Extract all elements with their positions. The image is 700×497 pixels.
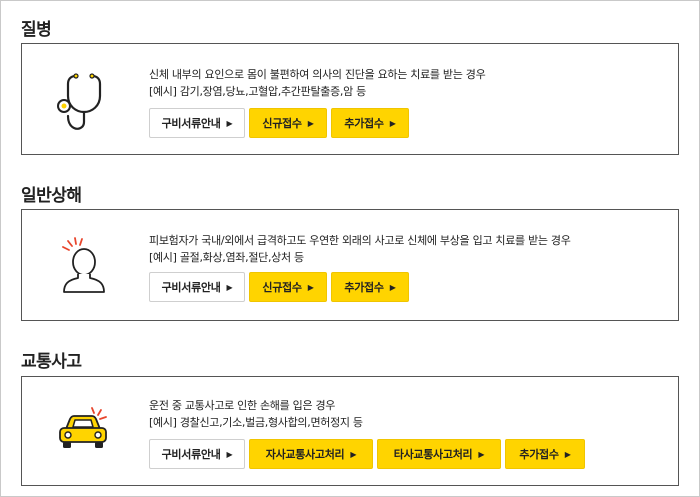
caret-right-icon: ▶ xyxy=(478,449,485,459)
button-label: 추가접수 xyxy=(344,117,384,130)
caret-right-icon: ▶ xyxy=(226,449,233,459)
disease-description: 신체 내부의 요인으로 몸이 불편하여 의사의 진단을 요하는 치료를 받는 경… xyxy=(149,66,486,100)
other-company-accident-claim-button[interactable]: 타사교통사고처리 ▶ xyxy=(377,439,501,469)
button-label: 구비서류안내 xyxy=(161,117,221,130)
disease-card: 신체 내부의 요인으로 몸이 불편하여 의사의 진단을 요하는 치료를 받는 경… xyxy=(21,43,679,155)
section-title-traffic-accident: 교통사고 xyxy=(21,352,82,372)
caret-right-icon: ▶ xyxy=(564,449,571,459)
traffic-additional-claim-button[interactable]: 추가접수 ▶ xyxy=(505,439,585,469)
injury-example-text: [예시] 골절,화상,염좌,절단,상처 등 xyxy=(149,251,304,264)
caret-right-icon: ▶ xyxy=(307,282,314,292)
disease-description-text: 신체 내부의 요인으로 몸이 불편하여 의사의 진단을 요하는 치료를 받는 경… xyxy=(149,68,486,81)
traffic-accident-description-text: 운전 중 교통사고로 인한 손해를 입은 경우 xyxy=(149,399,336,412)
section-title-disease: 질병 xyxy=(21,20,52,40)
traffic-documents-guide-button[interactable]: 구비서류안내 ▶ xyxy=(149,439,245,469)
button-label: 신규접수 xyxy=(262,117,302,130)
disease-additional-claim-button[interactable]: 추가접수 ▶ xyxy=(331,108,409,138)
button-label: 구비서류안내 xyxy=(161,448,221,461)
disease-new-claim-button[interactable]: 신규접수 ▶ xyxy=(249,108,327,138)
caret-right-icon: ▶ xyxy=(226,282,233,292)
injury-description-text: 피보험자가 국내/외에서 급격하고도 우연한 외래의 사고로 신체에 부상을 입… xyxy=(149,234,571,247)
traffic-accident-button-group: 구비서류안내 ▶ 자사교통사고처리 ▶ 타사교통사고처리 ▶ 추가접수 ▶ xyxy=(149,439,585,469)
caret-right-icon: ▶ xyxy=(307,118,314,128)
disease-button-group: 구비서류안내 ▶ 신규접수 ▶ 추가접수 ▶ xyxy=(149,108,409,138)
button-label: 구비서류안내 xyxy=(161,281,221,294)
car-accident-icon xyxy=(56,407,112,461)
disease-example-text: [예시] 감기,장염,당뇨,고혈압,추간판탈출증,암 등 xyxy=(149,85,366,98)
disease-documents-guide-button[interactable]: 구비서류안내 ▶ xyxy=(149,108,245,138)
traffic-accident-example-text: [예시] 경찰신고,기소,벌금,형사합의,면허정지 등 xyxy=(149,416,363,429)
stethoscope-icon xyxy=(56,72,110,136)
injury-description: 피보험자가 국내/외에서 급격하고도 우연한 외래의 사고로 신체에 부상을 입… xyxy=(149,232,571,266)
own-company-accident-claim-button[interactable]: 자사교통사고처리 ▶ xyxy=(249,439,373,469)
button-label: 자사교통사고처리 xyxy=(265,448,345,461)
button-label: 추가접수 xyxy=(344,281,384,294)
caret-right-icon: ▶ xyxy=(389,282,396,292)
traffic-accident-card: 운전 중 교통사고로 인한 손해를 입은 경우 [예시] 경찰신고,기소,벌금,… xyxy=(21,376,679,486)
injury-documents-guide-button[interactable]: 구비서류안내 ▶ xyxy=(149,272,245,302)
button-label: 신규접수 xyxy=(262,281,302,294)
injury-new-claim-button[interactable]: 신규접수 ▶ xyxy=(249,272,327,302)
page-frame: 질병 신체 내부의 요인으로 몸이 불편하여 의사의 진단을 요하는 치료를 받… xyxy=(0,0,700,497)
injury-button-group: 구비서류안내 ▶ 신규접수 ▶ 추가접수 ▶ xyxy=(149,272,409,302)
section-title-injury: 일반상해 xyxy=(21,186,82,206)
injury-additional-claim-button[interactable]: 추가접수 ▶ xyxy=(331,272,409,302)
injury-card: 피보험자가 국내/외에서 급격하고도 우연한 외래의 사고로 신체에 부상을 입… xyxy=(21,209,679,321)
caret-right-icon: ▶ xyxy=(350,449,357,459)
button-label: 추가접수 xyxy=(519,448,559,461)
traffic-accident-description: 운전 중 교통사고로 인한 손해를 입은 경우 [예시] 경찰신고,기소,벌금,… xyxy=(149,397,363,431)
injured-person-icon xyxy=(58,236,110,300)
caret-right-icon: ▶ xyxy=(226,118,233,128)
caret-right-icon: ▶ xyxy=(389,118,396,128)
button-label: 타사교통사고처리 xyxy=(393,448,473,461)
